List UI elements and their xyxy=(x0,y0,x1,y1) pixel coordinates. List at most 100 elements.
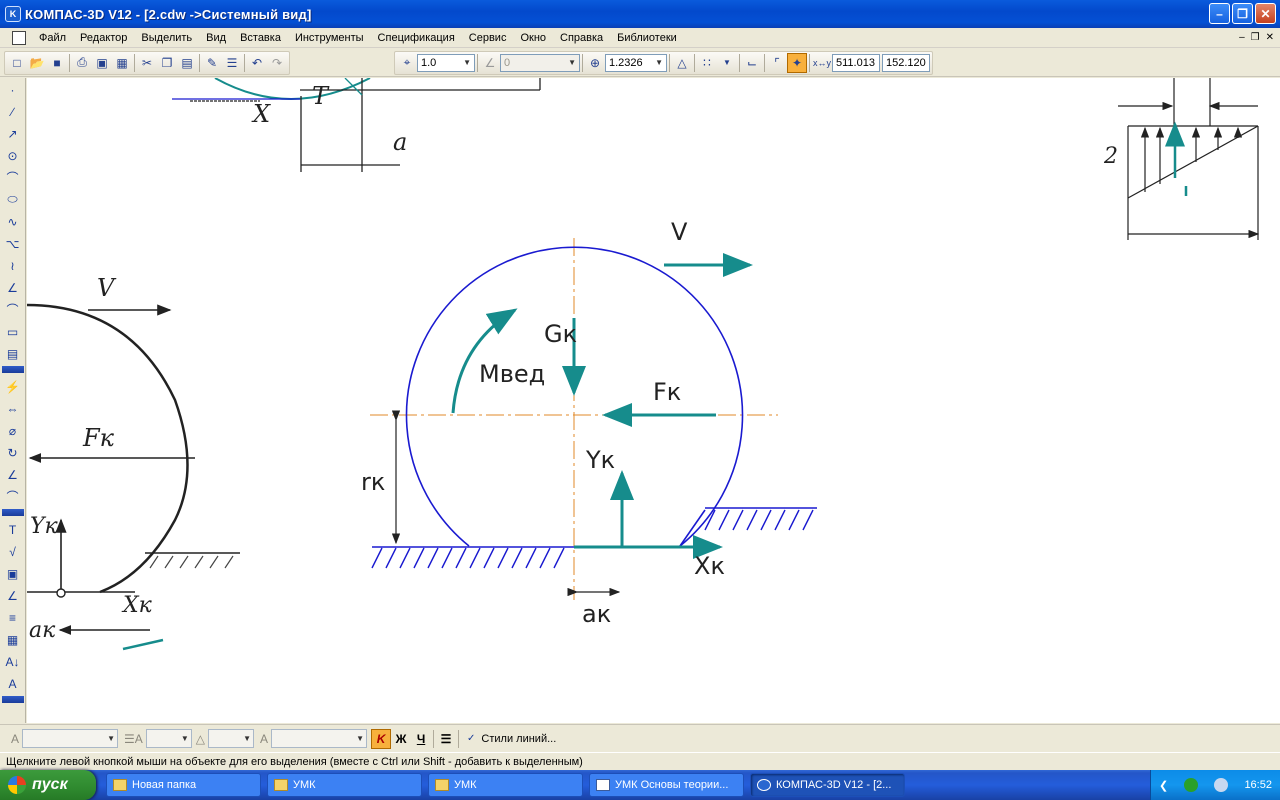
ellipse-tool[interactable]: ⬭ xyxy=(3,189,23,210)
menu-select[interactable]: Выделить xyxy=(134,32,199,44)
line-tool[interactable]: ∕ xyxy=(3,101,23,122)
clock[interactable]: 16:52 xyxy=(1244,779,1272,791)
hatch-tool[interactable]: ▤ xyxy=(3,343,23,364)
chevron-down-icon[interactable]: ▼ xyxy=(181,734,189,743)
coord-x-field[interactable]: 511.013 xyxy=(832,53,880,72)
text-tool[interactable]: T xyxy=(3,519,23,540)
roughness-tool[interactable]: √ xyxy=(3,541,23,562)
angle-field[interactable]: 0 ▼ xyxy=(500,53,580,72)
line-styles-button[interactable]: ✓ Стили линий... xyxy=(461,729,562,749)
drawing-canvas[interactable]: V Gк Mвед Fк Yк rк Xк aк V Fк Yк Xк aк X… xyxy=(27,78,1280,723)
grid-dropdown[interactable]: ▼ xyxy=(717,53,737,73)
italic-button[interactable]: K xyxy=(371,728,392,749)
underline-button[interactable]: Ч xyxy=(411,729,431,749)
menu-specification[interactable]: Спецификация xyxy=(371,32,462,44)
slant-field[interactable]: ▼ xyxy=(208,729,255,748)
chevron-down-icon[interactable]: ▼ xyxy=(655,58,663,67)
panel-divider[interactable] xyxy=(1,366,24,373)
menu-help[interactable]: Справка xyxy=(553,32,610,44)
tray-arrow-icon[interactable]: ❮ xyxy=(1159,779,1168,792)
menu-insert[interactable]: Вставка xyxy=(233,32,288,44)
base-tool[interactable]: ▣ xyxy=(3,563,23,584)
ortho-button[interactable]: ⌜ xyxy=(767,53,787,73)
undo-button[interactable]: ↶ xyxy=(247,53,267,73)
menu-window[interactable]: Окно xyxy=(513,32,553,44)
align-button[interactable]: ☰ xyxy=(436,729,456,749)
taskbar-item-umk-2[interactable]: УМК xyxy=(428,773,583,797)
save-button[interactable]: ■ xyxy=(47,53,67,73)
antivirus-icon[interactable] xyxy=(1184,778,1199,792)
leader-tool[interactable]: ∠ xyxy=(3,585,23,606)
panel-divider[interactable] xyxy=(1,696,24,703)
start-button[interactable]: пуск xyxy=(0,770,96,800)
menu-view[interactable]: Вид xyxy=(199,32,233,44)
tolerance-tool[interactable]: ≡ xyxy=(3,607,23,628)
step-field[interactable]: 1.0 ▼ xyxy=(417,53,475,72)
angle-dimension-tool[interactable]: ∠ xyxy=(3,464,23,485)
diameter-dimension-tool[interactable]: ⌀ xyxy=(3,420,23,441)
table-tool[interactable]: ▦ xyxy=(3,629,23,650)
maximize-button[interactable]: ❐ xyxy=(1232,3,1253,24)
auto-dimension-tool[interactable]: ⚡ xyxy=(3,376,23,397)
print-button[interactable]: ⎙ xyxy=(72,53,92,73)
taskbar-item-umk-1[interactable]: УМК xyxy=(267,773,422,797)
network-icon[interactable] xyxy=(1214,778,1229,792)
copy-button[interactable]: ❐ xyxy=(157,53,177,73)
menu-tools[interactable]: Инструменты xyxy=(288,32,371,44)
cut-line-tool[interactable]: A↓ xyxy=(3,651,23,672)
snap-button[interactable]: ✦ xyxy=(787,52,807,73)
menu-file[interactable]: Файл xyxy=(32,32,73,44)
open-button[interactable]: 📂 xyxy=(27,53,47,73)
chevron-down-icon[interactable]: ▼ xyxy=(243,734,251,743)
linear-dimension-tool[interactable]: ⇔ xyxy=(3,398,23,419)
point-tool[interactable]: · xyxy=(3,79,23,100)
manager-button[interactable]: ▦ xyxy=(112,53,132,73)
font-size-field[interactable]: ▼ xyxy=(145,729,192,748)
rectangle-tool[interactable]: ▭ xyxy=(3,321,23,342)
grid-button[interactable]: ∷ xyxy=(697,53,717,73)
mdi-minimize-icon[interactable]: – xyxy=(1239,32,1245,43)
close-button[interactable]: ✕ xyxy=(1255,3,1276,24)
local-cs-button[interactable]: ⌙ xyxy=(742,53,762,73)
spline-tool[interactable]: ∿ xyxy=(3,211,23,232)
font-name-field[interactable]: ▼ xyxy=(22,729,119,748)
view-arrow-tool[interactable]: A xyxy=(3,673,23,694)
paste-button[interactable]: ▤ xyxy=(177,53,197,73)
zoom-icon[interactable]: ⊕ xyxy=(585,53,605,73)
layers-button[interactable]: △ xyxy=(672,53,692,73)
bezier-tool[interactable]: ≀ xyxy=(3,255,23,276)
mdi-close-icon[interactable]: ✕ xyxy=(1266,32,1274,43)
minimize-button[interactable]: – xyxy=(1209,3,1230,24)
cut-button[interactable]: ✂ xyxy=(137,53,157,73)
taskbar-item-word-doc[interactable]: УМК Основы теории... xyxy=(589,773,744,797)
taskbar-item-kompas[interactable]: КОМПАС-3D V12 - [2... xyxy=(750,773,905,797)
coord-y-field[interactable]: 152.120 xyxy=(882,53,930,72)
format-painter-button[interactable]: ✎ xyxy=(202,53,222,73)
bold-button[interactable]: Ж xyxy=(391,729,411,749)
chevron-down-icon[interactable]: ▼ xyxy=(568,58,576,67)
redo-button[interactable]: ↷ xyxy=(267,53,287,73)
document-icon[interactable] xyxy=(12,30,26,45)
preview-button[interactable]: ▣ xyxy=(92,53,112,73)
new-document-button[interactable]: □ xyxy=(7,53,27,73)
segment-tool[interactable]: ↗ xyxy=(3,123,23,144)
menu-libraries[interactable]: Библиотеки xyxy=(610,32,684,44)
taskbar-item-new-folder[interactable]: Новая папка xyxy=(106,773,261,797)
chevron-down-icon[interactable]: ▼ xyxy=(107,734,115,743)
zoom-field[interactable]: 1.2326 ▼ xyxy=(605,53,667,72)
chamfer-tool[interactable]: ∠ xyxy=(3,277,23,298)
properties-button[interactable]: ☰ xyxy=(222,53,242,73)
circle-tool[interactable]: ⊙ xyxy=(3,145,23,166)
menu-service[interactable]: Сервис xyxy=(462,32,514,44)
radius-dimension-tool[interactable]: ↻ xyxy=(3,442,23,463)
panel-divider[interactable] xyxy=(1,509,24,516)
chevron-down-icon[interactable]: ▼ xyxy=(463,58,471,67)
chevron-down-icon[interactable]: ▼ xyxy=(356,734,364,743)
mdi-restore-icon[interactable]: ❐ xyxy=(1251,32,1260,43)
polyline-tool[interactable]: ⌥ xyxy=(3,233,23,254)
arc-tool[interactable]: ⌒ xyxy=(3,167,23,188)
fillet-tool[interactable]: ⌒ xyxy=(3,299,23,320)
arc-dimension-tool[interactable]: ⌒ xyxy=(3,486,23,507)
text-style-field[interactable]: ▼ xyxy=(271,729,368,748)
menu-editor[interactable]: Редактор xyxy=(73,32,134,44)
